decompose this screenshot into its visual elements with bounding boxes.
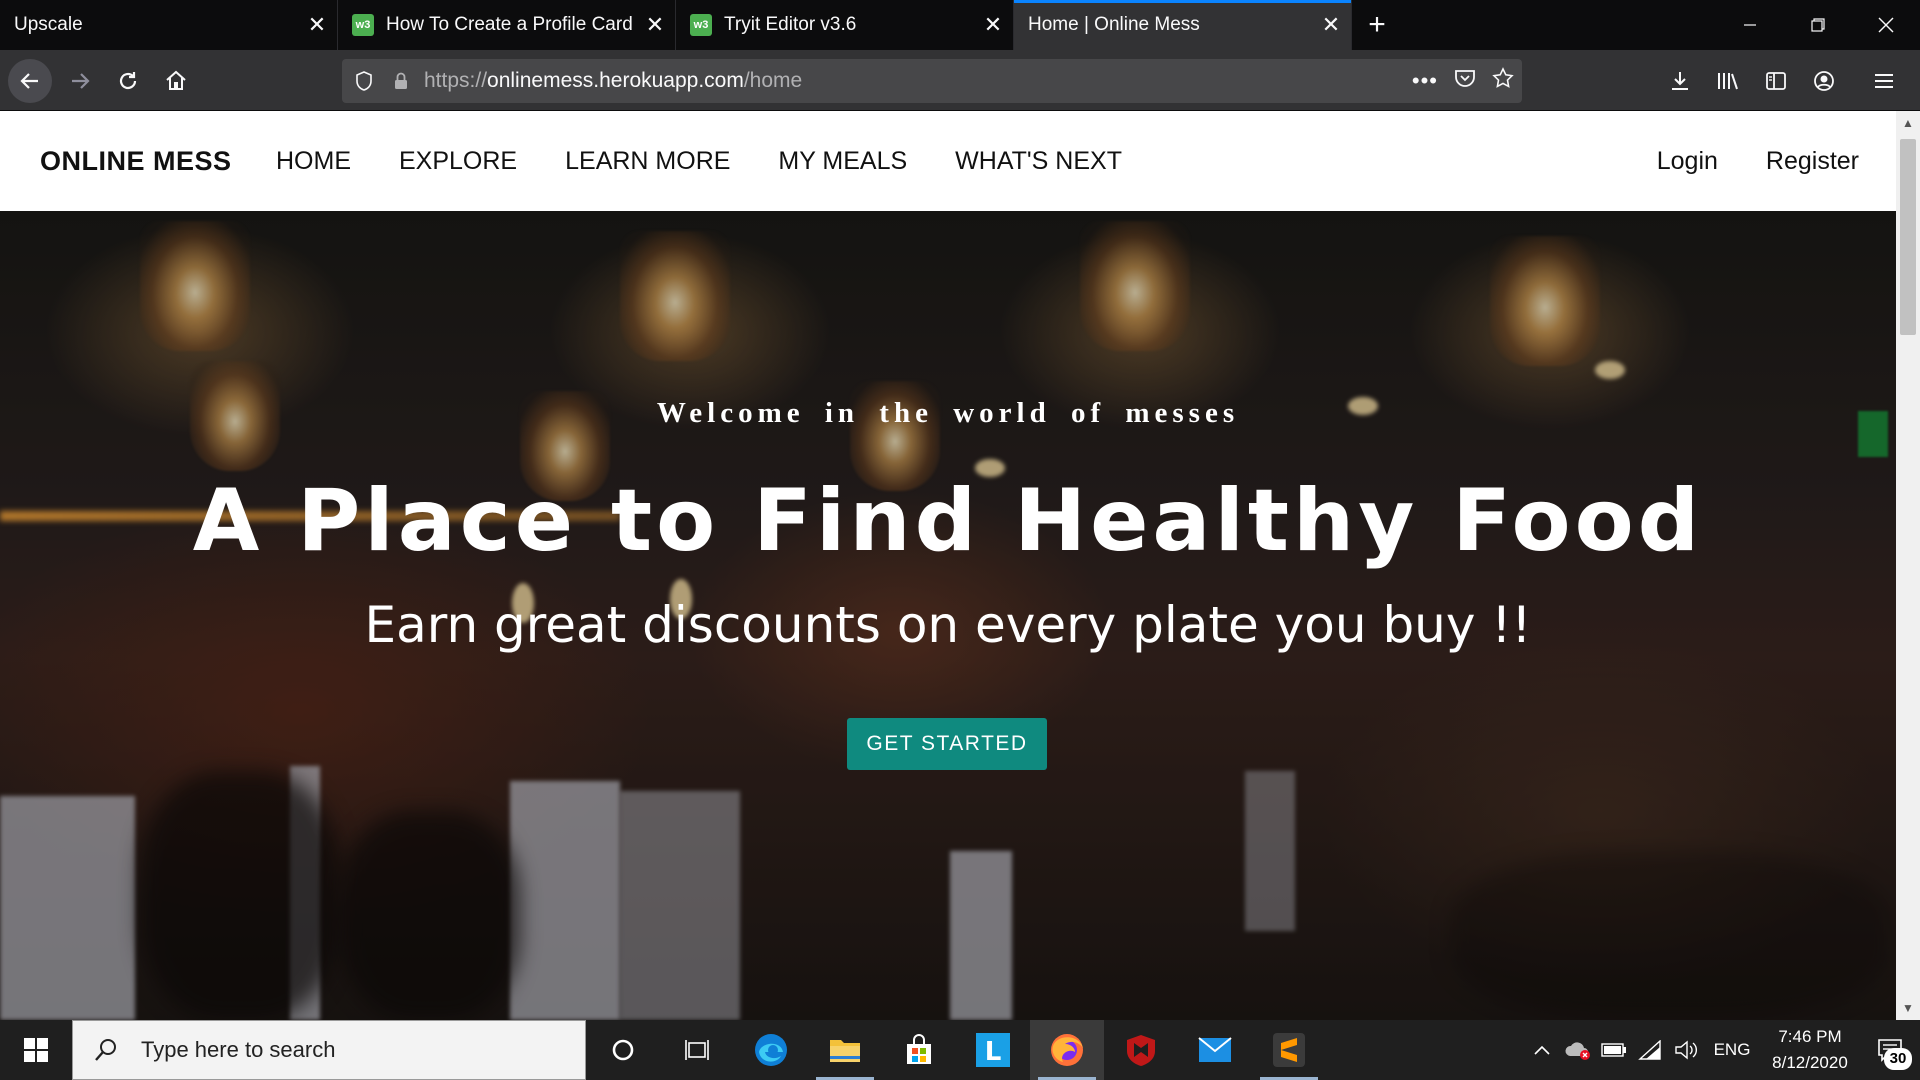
hero-section: Welcome in the world of messes A Place t… <box>0 211 1896 1020</box>
onedrive-error-icon[interactable] <box>1560 1020 1596 1080</box>
taskbar-clock[interactable]: 7:46 PM 8/12/2020 <box>1760 1024 1860 1076</box>
edge-icon[interactable] <box>734 1020 808 1080</box>
nav-explore[interactable]: EXPLORE <box>399 111 517 211</box>
hero-kicker: Welcome in the world of messes <box>656 397 1240 429</box>
url-actions: ••• <box>1412 59 1514 103</box>
hero-subtitle: Earn great discounts on every plate you … <box>364 596 1532 654</box>
windows-taskbar: Type here to search L ENG 7:46 PM 8/12/2… <box>0 1020 1920 1080</box>
url-host: onlinemess.herokuapp.com <box>487 69 744 92</box>
tab-title: Home | Online Mess <box>1028 14 1200 35</box>
notification-count-badge: 30 <box>1884 1048 1912 1070</box>
file-explorer-icon[interactable] <box>808 1020 882 1080</box>
chevron-up-icon[interactable] <box>1524 1020 1560 1080</box>
close-window-icon[interactable] <box>1852 0 1920 50</box>
home-button[interactable] <box>154 59 198 103</box>
library-icon[interactable] <box>1704 59 1752 103</box>
scroll-down-icon[interactable]: ▼ <box>1896 996 1920 1020</box>
account-icon[interactable] <box>1800 59 1848 103</box>
window-controls <box>1716 0 1920 50</box>
navigation-toolbar: https://onlinemess.herokuapp.com/home ••… <box>0 50 1920 111</box>
downloads-icon[interactable] <box>1656 59 1704 103</box>
web-page: ONLINE MESS HOME EXPLORE LEARN MORE MY M… <box>0 111 1920 1020</box>
nav-learn-more[interactable]: LEARN MORE <box>565 111 730 211</box>
url-bar[interactable]: https://onlinemess.herokuapp.com/home ••… <box>342 59 1522 103</box>
page-actions-icon[interactable]: ••• <box>1412 68 1438 94</box>
task-view-icon[interactable] <box>660 1020 734 1080</box>
tab-upscale[interactable]: Upscale ✕ <box>0 0 338 50</box>
w3schools-favicon-icon: w3 <box>690 14 712 36</box>
taskbar-search[interactable]: Type here to search <box>72 1020 586 1080</box>
store-icon[interactable] <box>882 1020 956 1080</box>
login-link[interactable]: Login <box>1657 111 1718 211</box>
close-icon[interactable]: ✕ <box>1311 0 1351 50</box>
volume-icon[interactable] <box>1668 1020 1704 1080</box>
svg-text:L: L <box>985 1037 1002 1067</box>
input-language[interactable]: ENG <box>1704 1040 1760 1060</box>
nav-my-meals[interactable]: MY MEALS <box>778 111 907 211</box>
start-button[interactable] <box>0 1020 72 1080</box>
close-icon[interactable]: ✕ <box>973 0 1013 50</box>
main-nav: HOME EXPLORE LEARN MORE MY MEALS WHAT'S … <box>276 111 1170 211</box>
search-placeholder: Type here to search <box>141 1037 336 1062</box>
clock-date: 8/12/2020 <box>1772 1053 1848 1072</box>
system-tray: ENG 7:46 PM 8/12/2020 30 <box>1524 1020 1920 1080</box>
restore-icon[interactable] <box>1784 0 1852 50</box>
nav-whats-next[interactable]: WHAT'S NEXT <box>955 111 1122 211</box>
tab-title: Tryit Editor v3.6 <box>724 14 857 35</box>
page-scrollbar[interactable]: ▲ ▼ <box>1896 111 1920 1020</box>
nav-home[interactable]: HOME <box>276 111 351 211</box>
action-center-button[interactable]: 30 <box>1860 1020 1920 1080</box>
tracking-shield-icon[interactable] <box>342 71 386 91</box>
home-icon <box>166 70 186 90</box>
tab-title: How To Create a Profile Card <box>386 14 633 35</box>
close-icon[interactable]: ✕ <box>297 0 337 50</box>
firefox-icon[interactable] <box>1030 1020 1104 1080</box>
tab-online-mess[interactable]: Home | Online Mess ✕ <box>1014 0 1352 50</box>
close-icon[interactable]: ✕ <box>635 0 675 50</box>
tab-strip: Upscale ✕ w3 How To Create a Profile Car… <box>0 0 1920 50</box>
w3schools-favicon-icon: w3 <box>352 14 374 36</box>
hero-title: A Place to Find Healthy Food <box>192 471 1704 571</box>
tab-title: Upscale <box>14 14 83 35</box>
search-icon <box>95 1039 116 1061</box>
clock-time: 7:46 PM <box>1778 1027 1842 1046</box>
battery-icon[interactable] <box>1596 1020 1632 1080</box>
auth-nav: Login Register <box>1609 111 1859 211</box>
toolbar-right <box>1656 59 1920 103</box>
sidebar-icon[interactable] <box>1752 59 1800 103</box>
forward-button[interactable] <box>58 59 102 103</box>
mail-icon[interactable] <box>1178 1020 1252 1080</box>
wifi-icon[interactable] <box>1632 1020 1668 1080</box>
sublime-text-icon[interactable] <box>1252 1020 1326 1080</box>
site-header: ONLINE MESS HOME EXPLORE LEARN MORE MY M… <box>0 111 1896 211</box>
windows-logo-icon <box>24 1038 48 1062</box>
l-app-icon[interactable]: L <box>956 1020 1030 1080</box>
cortana-icon[interactable] <box>586 1020 660 1080</box>
url-path: /home <box>743 69 803 92</box>
minimize-icon[interactable] <box>1716 0 1784 50</box>
site-brand[interactable]: ONLINE MESS <box>40 111 232 211</box>
pocket-icon[interactable] <box>1454 68 1476 94</box>
forward-arrow-icon <box>72 73 90 89</box>
register-link[interactable]: Register <box>1766 111 1859 211</box>
mcafee-icon[interactable] <box>1104 1020 1178 1080</box>
back-arrow-icon <box>20 73 38 89</box>
get-started-button[interactable]: GET STARTED <box>847 718 1047 770</box>
reload-icon <box>119 72 137 90</box>
new-tab-button[interactable]: + <box>1352 0 1402 50</box>
lock-icon[interactable] <box>386 71 416 91</box>
bookmark-star-icon[interactable] <box>1492 67 1514 95</box>
tab-profile-card[interactable]: w3 How To Create a Profile Card ✕ <box>338 0 676 50</box>
menu-icon[interactable] <box>1848 59 1920 103</box>
url-scheme: https:// <box>424 69 488 92</box>
scrollbar-thumb[interactable] <box>1900 139 1916 335</box>
tab-tryit-editor[interactable]: w3 Tryit Editor v3.6 ✕ <box>676 0 1014 50</box>
url-text: https://onlinemess.herokuapp.com/home <box>424 69 802 93</box>
scroll-up-icon[interactable]: ▲ <box>1896 111 1920 135</box>
back-button[interactable] <box>8 59 52 103</box>
screen: Upscale ✕ w3 How To Create a Profile Car… <box>0 0 1920 1080</box>
reload-button[interactable] <box>106 59 150 103</box>
